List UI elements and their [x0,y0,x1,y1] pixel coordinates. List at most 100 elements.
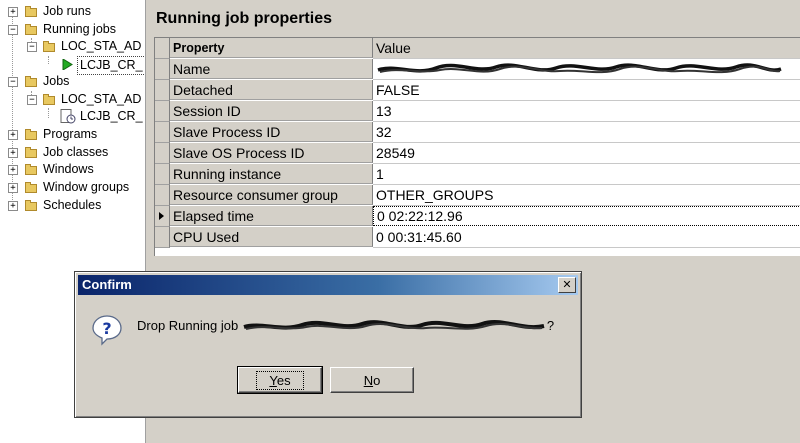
property-name: Session ID [170,101,373,121]
tree-item-jobs[interactable]: − Jobs [0,73,145,90]
dialog-message: Drop Running job ? [137,318,554,334]
property-value[interactable]: 28549 [373,143,800,164]
tree-item-label: Jobs [43,74,70,88]
folder-icon [43,93,55,105]
property-name: Detached [170,80,373,100]
tree-item-label: Schedules [43,198,102,212]
dialog-titlebar[interactable]: Confirm ✕ [78,275,578,295]
property-value[interactable]: 0 02:22:12.96 [373,206,800,226]
collapse-icon[interactable]: − [27,95,37,105]
property-name: Elapsed time [170,206,373,226]
row-header [155,122,170,143]
tree-item-label: LOC_STA_AD [61,39,142,53]
table-row[interactable]: Resource consumer group OTHER_GROUPS [155,185,800,206]
property-value-name[interactable] [373,59,800,80]
row-header [155,206,170,227]
confirm-dialog[interactable]: Confirm ✕ ? Drop Running job ? Yes No [74,271,582,418]
folder-icon [25,5,37,17]
property-grid[interactable]: Property Value Name Detached FALSE Sessi… [154,37,800,256]
folder-icon [25,163,37,175]
collapse-icon[interactable]: − [27,42,37,52]
folder-icon [25,146,37,158]
table-row[interactable]: Session ID 13 [155,101,800,122]
table-row-current[interactable]: Elapsed time 0 02:22:12.96 [155,206,800,227]
table-row[interactable]: Name [155,59,800,80]
folder-icon [25,181,37,193]
row-header [155,38,170,59]
dialog-message-suffix: ? [546,318,555,333]
row-header [155,227,170,248]
tree-item-label: Job classes [43,145,109,159]
tree-item-windows[interactable]: + Windows [0,161,145,178]
property-name: Slave OS Process ID [170,143,373,163]
tree-item-label: LOC_STA_AD [61,92,142,106]
expand-icon[interactable]: + [8,183,18,193]
play-icon [62,59,73,70]
column-header-property[interactable]: Property [170,38,373,58]
folder-icon [25,199,37,211]
tree-item-label: Programs [43,127,98,141]
expand-icon[interactable]: + [8,130,18,140]
tree-item-job[interactable]: LCJB_CR_ [0,108,145,125]
tree-item-job-runs[interactable]: + Job runs [0,3,145,20]
tree-item-label: Job runs [43,4,91,18]
job-document-icon [60,109,76,124]
svg-text:?: ? [102,319,111,338]
no-button[interactable]: No [330,367,414,393]
property-value[interactable]: 0 00:31:45.60 [373,227,800,248]
tree-item-schedules[interactable]: + Schedules [0,197,145,214]
tree-item-label: Windows [43,162,94,176]
row-header [155,80,170,101]
expand-icon[interactable]: + [8,165,18,175]
table-row[interactable]: Slave Process ID 32 [155,122,800,143]
folder-icon [25,75,37,87]
yes-button[interactable]: Yes [237,366,323,394]
table-row[interactable]: Slave OS Process ID 28549 [155,143,800,164]
redaction-scribble [377,63,782,74]
property-value[interactable]: 13 [373,101,800,122]
expand-icon[interactable]: + [8,7,18,17]
column-header-value[interactable]: Value [373,38,800,59]
tree-item-label: Window groups [43,180,130,194]
collapse-icon[interactable]: − [8,25,18,35]
property-value[interactable]: 1 [373,164,800,185]
tree-item-running-job[interactable]: LCJB_CR_ [0,56,145,75]
tree-item-job-classes[interactable]: + Job classes [0,144,145,161]
close-icon[interactable]: ✕ [558,277,576,293]
current-row-arrow-icon [159,212,164,220]
tree-item-running-jobs[interactable]: − Running jobs [0,21,145,38]
tree-item-label: Running jobs [43,22,116,36]
table-row[interactable]: Running instance 1 [155,164,800,185]
yes-button-label: Yes [256,371,304,390]
property-name: Name [170,59,373,79]
table-row[interactable]: CPU Used 0 00:31:45.60 [155,227,800,248]
question-icon: ? [92,315,122,346]
property-name: Slave Process ID [170,122,373,142]
property-value[interactable]: 32 [373,122,800,143]
folder-icon [25,128,37,140]
expand-icon[interactable]: + [8,201,18,211]
property-name: Running instance [170,164,373,184]
dialog-message-prefix: Drop Running job [137,318,239,333]
tree-item-label: LCJB_CR_ [80,109,143,123]
no-button-label: No [363,373,381,388]
tree-item-job-owner[interactable]: − LOC_STA_AD [0,91,145,108]
tree-item-running-job-owner[interactable]: − LOC_STA_AD [0,38,145,55]
folder-icon [43,40,55,52]
row-header [155,164,170,185]
row-header [155,185,170,206]
expand-icon[interactable]: + [8,148,18,158]
property-value[interactable]: OTHER_GROUPS [373,185,800,206]
collapse-icon[interactable]: − [8,77,18,87]
tree-item-programs[interactable]: + Programs [0,126,145,143]
property-name: Resource consumer group [170,185,373,205]
row-header [155,59,170,80]
property-name: CPU Used [170,227,373,247]
property-value[interactable]: FALSE [373,80,800,101]
grid-header-row: Property Value [155,38,800,59]
redaction-scribble [243,319,545,330]
tree-item-window-groups[interactable]: + Window groups [0,179,145,196]
folder-icon [25,23,37,35]
dialog-title: Confirm [82,277,132,292]
table-row[interactable]: Detached FALSE [155,80,800,101]
